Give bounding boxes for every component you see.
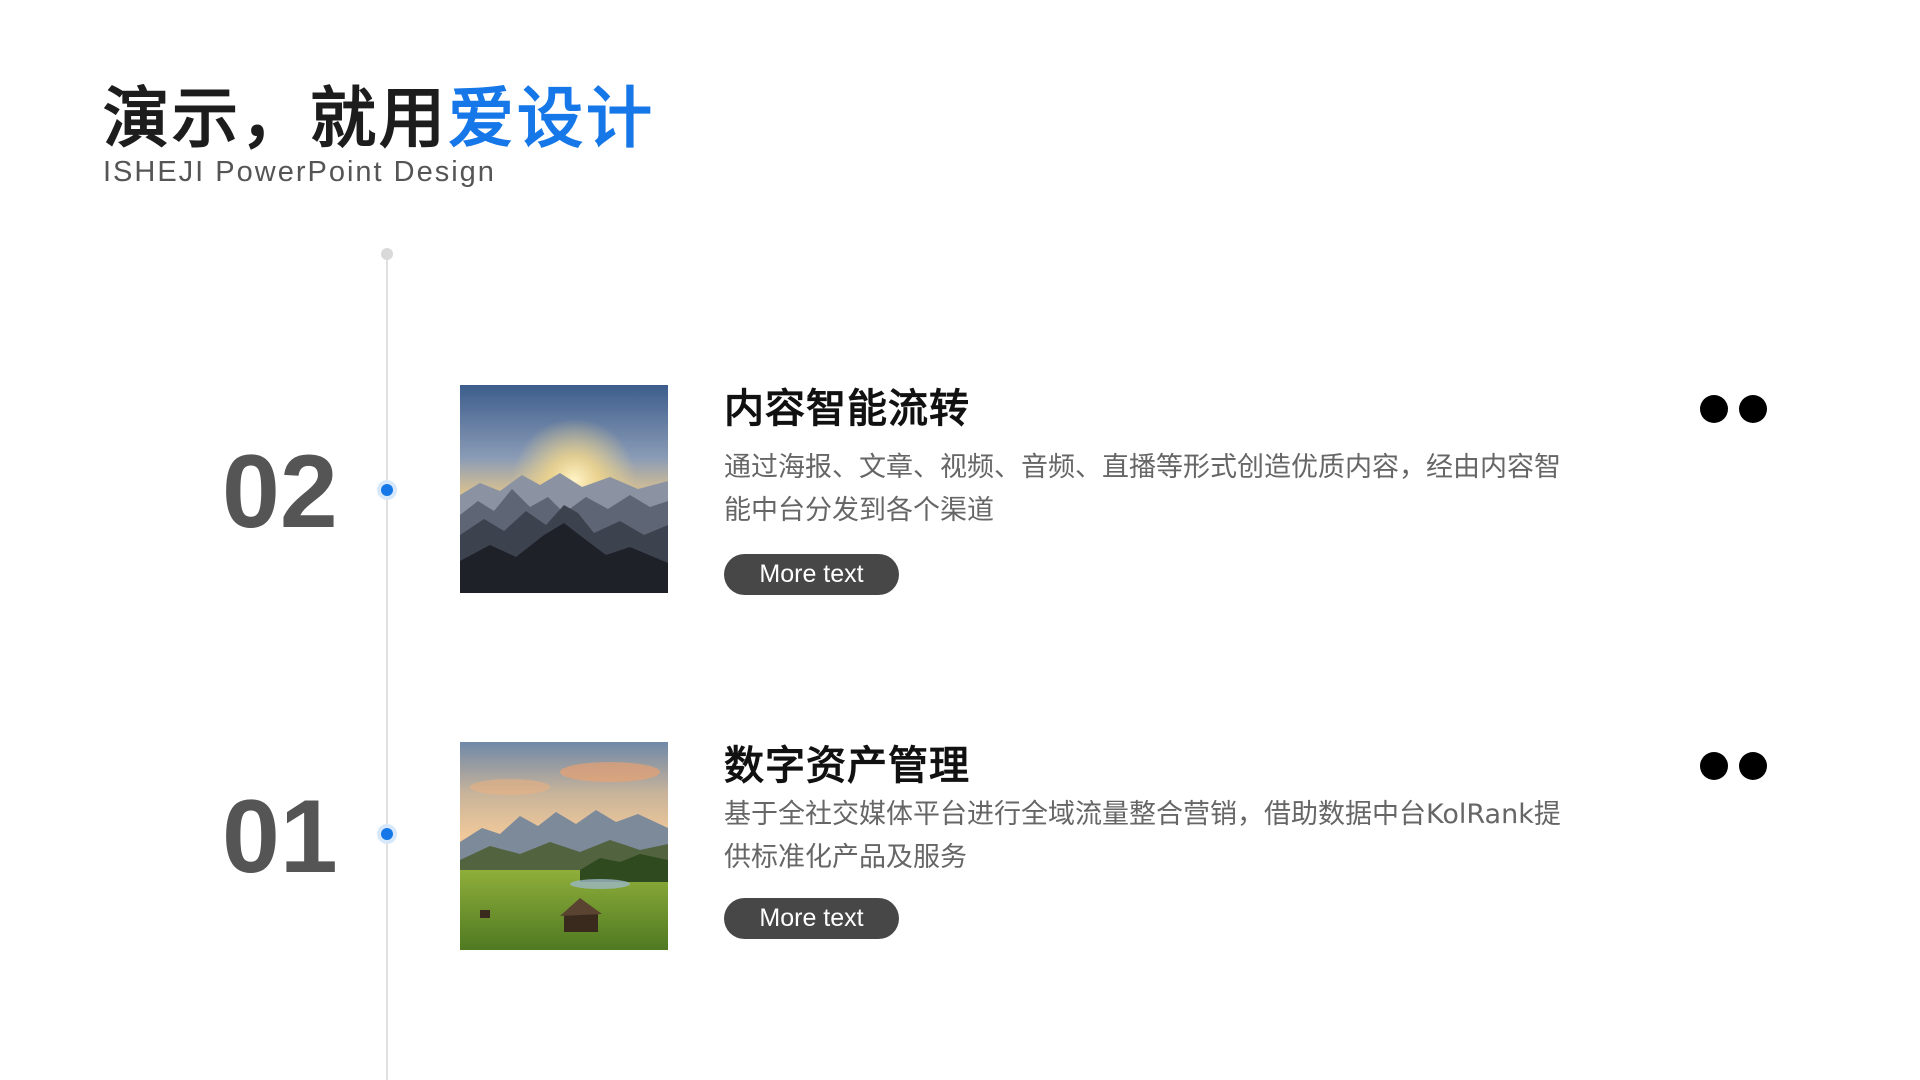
more-text-button[interactable]: More text [724, 898, 899, 939]
timeline-node-01 [377, 824, 397, 844]
page-subtitle: ISHEJI PowerPoint Design [103, 156, 496, 188]
mountain-valley-cabin-image [460, 742, 668, 950]
dot [1739, 395, 1767, 423]
more-dots-icon[interactable] [1700, 752, 1767, 780]
more-dots-icon[interactable] [1700, 395, 1767, 423]
dot [1700, 752, 1728, 780]
dot [1739, 752, 1767, 780]
item-description: 基于全社交媒体平台进行全域流量整合营销，借助数据中台KolRank提供标准化产品… [724, 799, 1561, 873]
step-number: 02 [222, 434, 338, 550]
item-description: 通过海报、文章、视频、音频、直播等形式创造优质内容，经由内容智能中台分发到各个渠… [724, 452, 1561, 526]
title-main-text: 演示，就用 [103, 80, 448, 157]
page-header: 演示，就用爱设计 ISHEJI PowerPoint Design [103, 86, 655, 187]
item-title: 内容智能流转 [724, 386, 970, 432]
mountain-sunrise-image [460, 385, 668, 593]
dot [1700, 395, 1728, 423]
timeline-node-02 [377, 480, 397, 500]
title-accent-text: 爱设计 [448, 80, 655, 157]
more-text-button[interactable]: More text [724, 554, 899, 595]
timeline-line [386, 254, 388, 1080]
item-title: 数字资产管理 [724, 743, 970, 789]
timeline-start-dot [381, 248, 393, 260]
page-title: 演示，就用爱设计 [103, 86, 655, 152]
step-number: 01 [222, 779, 338, 895]
